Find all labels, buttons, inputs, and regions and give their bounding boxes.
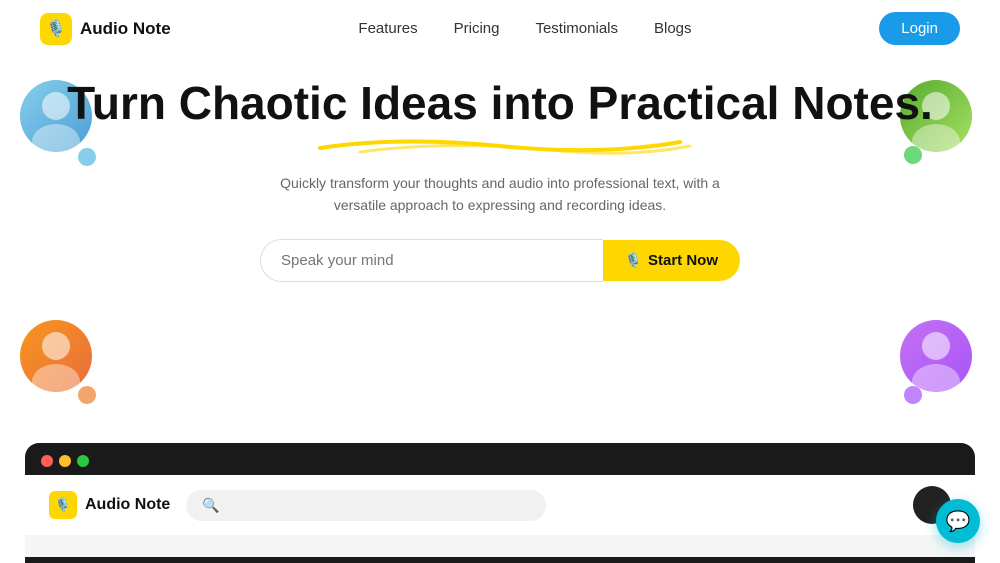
navbar: 🎙️ Audio Note Features Pricing Testimoni… [0,0,1000,57]
app-search-bar[interactable]: 🔍 [186,490,546,521]
chat-icon: 💬 [946,509,971,534]
logo[interactable]: 🎙️ Audio Note [40,13,171,45]
nav-links: Features Pricing Testimonials Blogs [358,20,691,38]
dot-green [77,455,89,467]
app-logo-icon: 🎙️ [49,491,77,519]
nav-link-features[interactable]: Features [358,20,417,37]
nav-item-testimonials[interactable]: Testimonials [535,20,618,38]
app-preview: 🎙️ Audio Note 🔍 [25,443,975,563]
hero-section: Turn Chaotic Ideas into Practical Notes.… [0,57,1000,282]
nav-link-pricing[interactable]: Pricing [454,20,500,37]
nav-link-testimonials[interactable]: Testimonials [535,20,618,37]
nav-item-blogs[interactable]: Blogs [654,20,692,38]
app-inner-bar: 🎙️ Audio Note 🔍 [25,475,975,535]
logo-icon: 🎙️ [40,13,72,45]
search-icon: 🔍 [202,497,219,514]
mic-icon: 🎙️ [625,252,642,269]
nav-link-blogs[interactable]: Blogs [654,20,692,37]
nav-item-pricing[interactable]: Pricing [454,20,500,38]
app-bottom-bar [25,535,975,557]
avatar-bottom-right [900,320,980,400]
login-button[interactable]: Login [879,12,960,45]
chat-bubble-button[interactable]: 💬 [936,499,980,543]
app-logo-text: Audio Note [85,496,170,514]
logo-text: Audio Note [80,19,171,39]
hero-title: Turn Chaotic Ideas into Practical Notes. [40,77,960,130]
start-now-button[interactable]: 🎙️ Start Now [603,240,740,281]
search-bar: 🎙️ Start Now [260,239,740,282]
speak-input[interactable] [260,239,603,282]
dot-yellow [59,455,71,467]
hero-subtitle: Quickly transform your thoughts and audi… [270,172,730,217]
traffic-lights [25,443,975,475]
dot-red [41,455,53,467]
nav-item-features[interactable]: Features [358,20,417,38]
underline-decoration [300,130,700,158]
avatar-bottom-left [20,320,100,400]
app-logo: 🎙️ Audio Note [49,491,170,519]
